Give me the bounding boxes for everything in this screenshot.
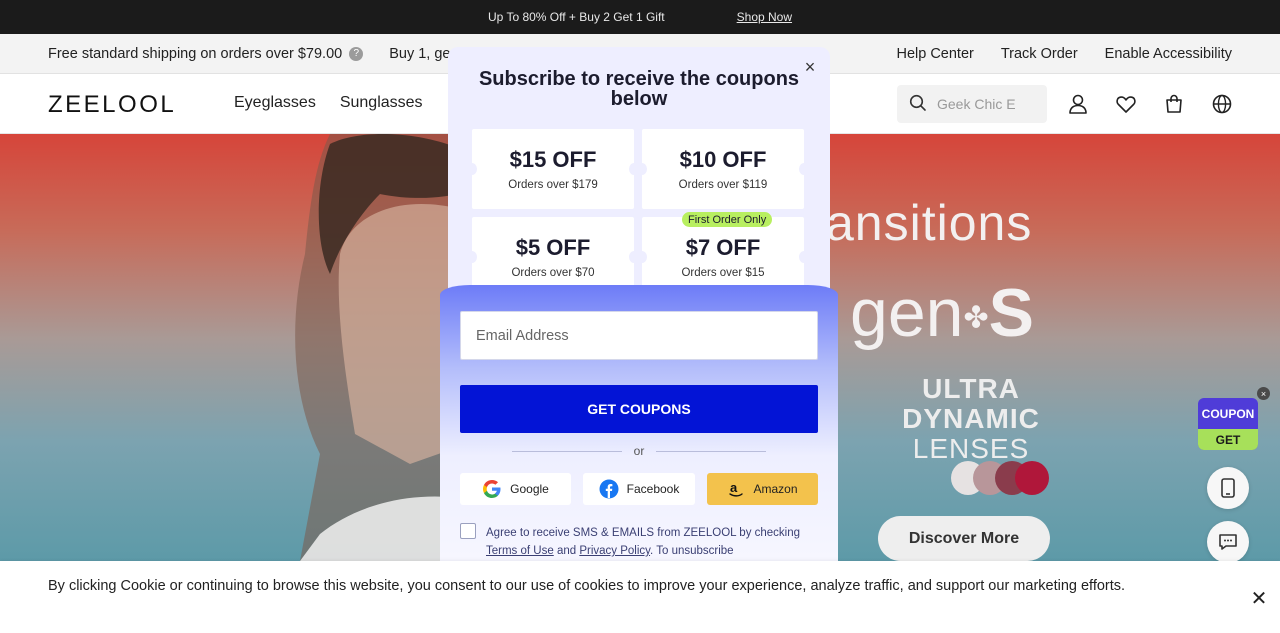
agree-and: and [553,545,580,557]
cookie-banner: By clicking Cookie or continuing to brow… [0,561,1280,633]
google-label: Google [510,482,549,496]
shop-now-link[interactable]: Shop Now [737,10,792,24]
coupon-condition: Orders over $70 [511,267,595,279]
coupon-condition: Orders over $119 [678,179,768,191]
agree-checkbox[interactable] [460,523,476,539]
google-login-button[interactable]: Google [460,473,571,505]
privacy-policy-link[interactable]: Privacy Policy [579,545,650,557]
gens-brand-s: S [988,275,1034,351]
shipping-notice: Free standard shipping on orders over $7… [48,45,364,62]
coupon-card: $15 OFF Orders over $179 [467,129,639,209]
coupon-amount: $7 OFF [685,235,761,260]
main-nav: Eyeglasses Sunglasses [234,94,423,112]
coupon-widget-get: GET [1198,429,1258,450]
coupon-widget-close-icon[interactable]: × [1257,387,1270,400]
account-icon[interactable] [1066,92,1090,116]
offer-text: Buy 1, ge [389,45,451,62]
coupon-widget-label: COUPON [1201,406,1255,421]
discover-more-button[interactable]: Discover More [878,516,1050,561]
utility-links: Help Center Track Order Enable Accessibi… [896,46,1232,62]
coupon-amount: $5 OFF [515,235,591,260]
google-icon [483,480,501,498]
search-placeholder: Geek Chic E [937,96,1016,112]
chat-icon [1219,534,1237,550]
promo-bar: Up To 80% Off + Buy 2 Get 1 Gift Shop No… [0,0,1280,34]
facebook-label: Facebook [626,482,680,496]
svg-text:a: a [730,480,738,495]
utility-left: Free standard shipping on orders over $7… [48,46,450,62]
phone-widget[interactable] [1207,467,1249,509]
chat-widget[interactable] [1207,521,1249,563]
coupon-amount: $15 OFF [509,147,597,172]
header-icons [1066,92,1234,116]
wishlist-icon[interactable] [1114,92,1138,116]
terms-of-use-link[interactable]: Terms of Use [486,545,554,557]
help-icon[interactable]: ? [349,46,364,61]
cookie-text: By clicking Cookie or continuing to brow… [48,578,1126,594]
gens-brand-logo: gen✤S [850,274,1034,352]
gens-brand-dot-icon: ✤ [963,301,989,335]
help-center-link[interactable]: Help Center [896,46,973,62]
agree-text: Agree to receive SMS & EMAILS from ZEELO… [486,524,818,560]
modal-title: Subscribe to receive the coupons below [478,68,800,110]
coupon-widget[interactable]: COUPON GET [1198,398,1258,450]
facebook-login-button[interactable]: Facebook [583,473,695,505]
nav-sunglasses[interactable]: Sunglasses [340,94,423,112]
search-icon [909,94,927,115]
amazon-label: Amazon [753,482,798,496]
first-order-badge: First Order Only [682,212,773,227]
promo-text: Up To 80% Off + Buy 2 Get 1 Gift [487,10,665,24]
modal-close-icon[interactable]: × [800,57,820,77]
nav-eyeglasses[interactable]: Eyeglasses [234,94,316,112]
globe-icon[interactable] [1210,92,1234,116]
ultra-dynamic-lenses: ULTRA DYNAMIC LENSES [894,374,1048,464]
coupon-condition: Orders over $15 [681,267,765,279]
email-field[interactable] [460,311,818,360]
transitions-brand-text: ansitions [826,195,1033,251]
track-order-link[interactable]: Track Order [1001,46,1078,62]
get-coupons-button[interactable]: GET COUPONS [460,385,818,433]
or-divider: or [460,443,818,459]
dynamic-line: DYNAMIC [902,403,1040,434]
divider-line [656,450,767,452]
coupon-amount: $10 OFF [679,147,767,172]
coupon-card: $10 OFF Orders over $119 [637,129,809,209]
cart-icon[interactable] [1162,92,1186,116]
enable-accessibility-link[interactable]: Enable Accessibility [1105,46,1232,62]
subscribe-form: GET COUPONS or Google Facebook a Amazon … [440,285,838,561]
site-logo[interactable]: ZEELOOL [48,91,176,119]
amazon-login-button[interactable]: a Amazon [707,473,818,505]
or-text: or [633,444,645,458]
ultra-line: ULTRA [922,373,1020,404]
amazon-icon: a [729,480,744,497]
divider-line [511,450,622,452]
agree-suffix: . To unsubscribe [650,545,734,557]
coupon-condition: Orders over $179 [508,179,598,191]
search-box[interactable]: Geek Chic E [897,85,1047,123]
lens-swatches-image [951,461,1049,495]
gens-brand-text: gen [850,275,964,351]
facebook-icon [599,479,619,499]
cookie-close-icon[interactable]: ✕ [1249,588,1269,610]
phone-icon [1221,478,1235,498]
shipping-text: Free standard shipping on orders over $7… [48,45,343,62]
agree-prefix: Agree to receive SMS & EMAILS from ZEELO… [486,527,801,539]
